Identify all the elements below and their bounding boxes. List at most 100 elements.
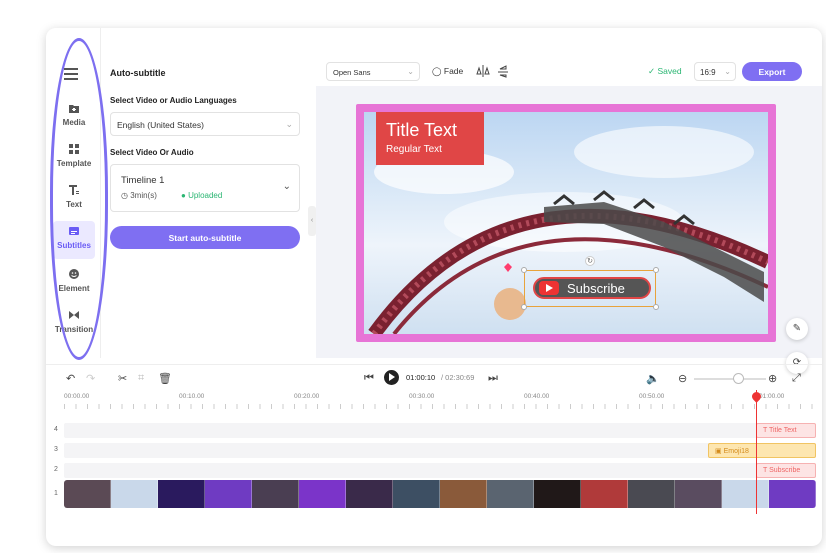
resize-handle[interactable] (521, 304, 527, 310)
video-frame (628, 480, 675, 508)
fit-timeline-icon[interactable]: ⤢ (792, 372, 801, 385)
video-frame (722, 480, 769, 508)
ruler-label: 00:30.00 (409, 393, 435, 400)
sticker-icon[interactable]: ✎ (786, 318, 808, 340)
video-frame (346, 480, 393, 508)
ruler-label: 00:40.00 (524, 393, 550, 400)
template-icon (69, 144, 79, 154)
video-frame (299, 480, 346, 508)
resize-handle[interactable] (653, 267, 659, 273)
fade-button[interactable]: ◯ Fade (432, 66, 463, 77)
zoom-out-icon[interactable]: ⊖ (678, 372, 687, 385)
video-frame (252, 480, 299, 508)
video-frame (534, 480, 581, 508)
video-track[interactable] (64, 480, 816, 508)
language-value: English (United States) (117, 120, 204, 130)
regular-text: Regular Text (386, 144, 442, 155)
timeline-ruler[interactable]: 00:00.00 00:10.00 00:20.00 00:30.00 00:4… (46, 390, 822, 410)
skip-forward-icon[interactable]: ⏭ (488, 372, 498, 385)
track-4[interactable]: T Title Text (64, 423, 816, 438)
timeline-select[interactable]: Timeline 1 ◷ 3min(s) ● Uploaded ⌄ (110, 164, 300, 212)
title-text-box[interactable]: Title Text Regular Text (376, 112, 484, 165)
sidebar-item-transition[interactable]: Transition (54, 305, 94, 343)
redo-icon[interactable]: ↷ (86, 372, 95, 385)
menu-icon[interactable] (64, 68, 78, 80)
language-select[interactable]: English (United States) ⌄ (110, 112, 300, 136)
video-frame (393, 480, 440, 508)
language-label: Select Video or Audio Languages (110, 96, 237, 105)
track-3[interactable]: ▣ Emoji18 (64, 443, 816, 458)
total-time: / 02:30:69 (441, 373, 475, 382)
ruler-label: 00:50.00 (639, 393, 665, 400)
youtube-icon (539, 281, 559, 295)
zoom-in-icon[interactable]: ⊕ (768, 372, 777, 385)
flip-horizontal-icon[interactable] (476, 64, 490, 78)
ruler-label: 00:00.00 (64, 393, 90, 400)
zoom-slider[interactable] (694, 378, 766, 380)
text-clip-icon: T (763, 467, 768, 474)
clip-label: Title Text (768, 427, 797, 434)
timeline-status: ● Uploaded (181, 191, 222, 200)
timeline-name: Timeline 1 (121, 175, 165, 186)
clip-label: Subscribe (769, 467, 801, 474)
volume-icon[interactable]: 🔈 (646, 372, 660, 385)
element-icon (69, 269, 79, 279)
sidebar-item-text[interactable]: Text (54, 180, 94, 218)
sidebar-item-template[interactable]: Template (54, 139, 94, 177)
video-frame (111, 480, 158, 508)
clock-icon: ◷ (121, 191, 128, 200)
track-2[interactable]: T Subscribe (64, 463, 816, 478)
emoji-clip[interactable]: ▣ Emoji18 (708, 443, 816, 458)
subscribe-clip[interactable]: T Subscribe (756, 463, 816, 478)
ruler-label: 00:10.00 (179, 393, 205, 400)
left-rail: Media Template Text Subtitles Element Tr… (46, 28, 101, 358)
play-button[interactable] (384, 370, 399, 385)
chevron-down-icon: ⌄ (407, 67, 414, 76)
sidebar-item-label: Transition (54, 325, 94, 334)
current-time: 01:00:10 (406, 373, 436, 382)
sidebar-item-media[interactable]: Media (54, 98, 94, 136)
media-icon (69, 105, 79, 113)
collapse-panel-handle[interactable]: ‹ (308, 206, 316, 236)
playhead[interactable] (756, 390, 757, 514)
video-frame (158, 480, 205, 508)
aspect-ratio-select[interactable]: 16:9 ⌄ (694, 62, 736, 81)
scissors-icon[interactable]: ✂ (118, 372, 127, 385)
top-toolbar: Open Sans ⌄ ◯ Fade ✓ Saved 16:9 ⌄ Export (316, 58, 822, 88)
start-auto-subtitle-button[interactable]: Start auto-subtitle (110, 226, 300, 249)
check-circle-icon: ✓ (648, 66, 656, 76)
source-label: Select Video Or Audio (110, 148, 194, 157)
preview-area: Title Text Regular Text ↻ Subscribe ✎ ⟳ (316, 86, 822, 374)
trash-icon[interactable]: 🗑 (158, 372, 172, 385)
video-canvas[interactable]: Title Text Regular Text ↻ Subscribe (364, 112, 768, 334)
title-text-clip[interactable]: T Title Text (756, 423, 816, 438)
zoom-slider-knob[interactable] (733, 373, 744, 384)
text-clip-icon: T (763, 427, 768, 434)
video-frame (581, 480, 628, 508)
undo-icon[interactable]: ↶ (66, 372, 75, 385)
clip-label: Emoji18 (723, 448, 749, 455)
font-select[interactable]: Open Sans ⌄ (326, 62, 420, 81)
sidebar-item-element[interactable]: Element (54, 264, 94, 302)
skip-back-icon[interactable]: ⏮ (364, 372, 374, 385)
rotate-handle-icon[interactable]: ↻ (585, 256, 595, 266)
timeline-controls: ↶ ↷ ✂ ⌗ 🗑 ⏮ 01:00:10 / 02:30:69 ⏭ 🔈 ⊖ ⊕ … (46, 364, 822, 390)
canvas-frame: Title Text Regular Text ↻ Subscribe (356, 104, 776, 342)
subtitles-icon (69, 227, 79, 235)
crop-icon[interactable]: ⌗ (138, 372, 144, 385)
sidebar-item-label: Template (56, 159, 92, 168)
subscribe-element[interactable]: Subscribe (521, 267, 659, 310)
status-dot-icon: ● (181, 191, 186, 200)
video-frame (440, 480, 487, 508)
ratio-value: 16:9 (700, 68, 716, 77)
flip-vertical-icon[interactable] (496, 64, 510, 78)
fade-icon: ◯ (432, 66, 442, 76)
auto-subtitle-panel: Auto-subtitle Select Video or Audio Lang… (102, 58, 302, 358)
export-button[interactable]: Export (742, 62, 802, 81)
subscribe-text: Subscribe (567, 281, 625, 296)
video-frame (675, 480, 722, 508)
resize-handle[interactable] (653, 304, 659, 310)
resize-handle[interactable] (521, 267, 527, 273)
sidebar-item-subtitles[interactable]: Subtitles (53, 221, 95, 259)
chevron-down-icon: ⌄ (285, 119, 293, 129)
